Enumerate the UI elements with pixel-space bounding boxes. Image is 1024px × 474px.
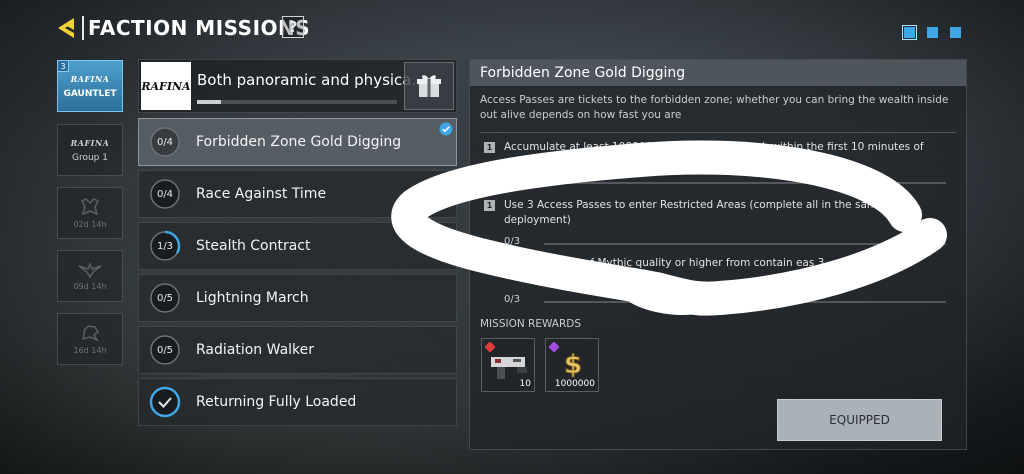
- task-text: Accumulate at least 100000 Cash in the b…: [504, 141, 924, 168]
- detail-title: Forbidden Zone Gold Digging: [470, 60, 966, 86]
- featured-mission[interactable]: RAFINA Both panoramic and physica...: [138, 59, 457, 113]
- cash-reward-icon: $: [563, 350, 582, 381]
- faction-tab-group-1[interactable]: RAFINA Group 1: [57, 124, 123, 176]
- reward-item-weapon[interactable]: 10: [481, 338, 535, 392]
- task-progress-bar: [544, 243, 946, 245]
- gift-button[interactable]: [404, 62, 454, 110]
- winged-emblem-icon: [78, 261, 102, 279]
- tracked-check-icon: [439, 174, 453, 188]
- help-button[interactable]: ?: [282, 16, 304, 38]
- rafina-logo: RAFINA: [141, 62, 191, 110]
- progress-ring: 0/5: [149, 282, 181, 314]
- tracked-check-icon: [439, 122, 453, 136]
- task-number: 1: [484, 142, 495, 153]
- mission-item[interactable]: 0/5 Radiation Walker: [138, 326, 457, 374]
- page-indicator: [902, 25, 961, 40]
- mission-name: Forbidden Zone Gold Digging: [196, 134, 402, 150]
- featured-progress-fill: [197, 100, 221, 104]
- task-text: of Mythic quality or higher from contain…: [584, 257, 825, 269]
- task-text: Use 3 Access Passes to enter Restricted …: [504, 199, 884, 226]
- mission-item[interactable]: 0/4 Race Against Time: [138, 170, 457, 218]
- rafina-logo: RAFINA: [70, 137, 110, 148]
- tab-count-badge: 3: [58, 61, 69, 72]
- mission-progress: 0/5: [156, 344, 174, 356]
- faction-tab-locked-2[interactable]: 09d 14h: [57, 250, 123, 302]
- progress-ring: [149, 386, 181, 418]
- featured-progress-bar: [197, 100, 397, 104]
- mission-progress: 0/4: [156, 136, 174, 148]
- mission-name: Stealth Contract: [196, 238, 311, 254]
- tab-label: Group 1: [72, 152, 108, 163]
- equipped-button[interactable]: EQUIPPED: [777, 399, 942, 441]
- page-dot-3[interactable]: [950, 27, 961, 38]
- rafina-logo: RAFINA: [70, 73, 110, 84]
- mission-name: Race Against Time: [196, 186, 327, 202]
- mission-name: Radiation Walker: [196, 342, 315, 358]
- task-item: 1 Accumulate at least 100000 Cash in the…: [484, 140, 954, 184]
- task-progress-bar: [504, 182, 946, 184]
- mission-progress: 0/4: [156, 188, 174, 200]
- back-arrow-icon[interactable]: [56, 15, 78, 41]
- divider: [480, 132, 956, 133]
- mission-list[interactable]: 0/4 Forbidden Zone Gold Digging 0/4 Race Ag…: [138, 118, 457, 452]
- mission-name: Returning Fully Loaded: [196, 394, 357, 410]
- logo-text: RAFINA: [141, 79, 191, 93]
- mission-progress: [149, 386, 181, 418]
- task-item: 1 Use 3 Access Passes to enter Restricte…: [484, 198, 954, 248]
- mission-item[interactable]: 0/5 Lightning March: [138, 274, 457, 322]
- page-title: FACTION MISSIONS: [88, 16, 311, 40]
- task-item: of Mythic quality or higher from contain…: [484, 256, 954, 306]
- reward-quantity: 1000000: [554, 379, 595, 389]
- faction-emblem-icon: [80, 198, 100, 216]
- progress-ring: 1/3: [149, 230, 181, 262]
- task-progress-text: 0/3: [504, 236, 521, 247]
- mission-progress: 1/3: [156, 240, 174, 252]
- mission-description: Access Passes are tickets to the forbidd…: [480, 94, 949, 121]
- task-progress-bar: [544, 301, 946, 303]
- reward-quantity: 10: [519, 379, 531, 389]
- task-number: 1: [484, 200, 495, 211]
- page-header: FACTION MISSIONS: [56, 12, 310, 44]
- progress-ring: 0/4: [149, 178, 181, 210]
- header-divider: [82, 16, 84, 40]
- featured-title: Both panoramic and physica...: [197, 71, 426, 89]
- tab-label: GAUNTLET: [63, 88, 117, 99]
- unlock-timer: 16d 14h: [73, 346, 107, 355]
- faction-tab-locked-1[interactable]: 02d 14h: [57, 187, 123, 239]
- reward-item-cash[interactable]: $ 1000000: [545, 338, 599, 392]
- progress-ring: 0/4: [149, 126, 181, 158]
- mission-item[interactable]: 1/3 Stealth Contract: [138, 222, 457, 270]
- beast-emblem-icon: [82, 325, 99, 342]
- page-dot-1[interactable]: [902, 25, 917, 40]
- task-progress-text: 0/3: [504, 294, 521, 305]
- mission-name: Lightning March: [196, 290, 309, 306]
- gift-icon: [417, 75, 441, 97]
- unlock-timer: 09d 14h: [73, 282, 107, 291]
- progress-ring: 0/5: [149, 334, 181, 366]
- unlock-timer: 02d 14h: [73, 220, 107, 229]
- page-dot-2[interactable]: [927, 27, 938, 38]
- mission-item[interactable]: Returning Fully Loaded: [138, 378, 457, 426]
- faction-tab-gauntlet[interactable]: 3 RAFINA GAUNTLET: [57, 60, 123, 112]
- rewards-heading: MISSION REWARDS: [480, 318, 582, 330]
- mission-detail-panel: Forbidden Zone Gold Digging Access Passe…: [469, 59, 967, 450]
- mission-progress: 0/5: [156, 292, 174, 304]
- svg-text:$: $: [564, 350, 582, 380]
- faction-tab-locked-3[interactable]: 16d 14h: [57, 313, 123, 365]
- mission-item[interactable]: 0/4 Forbidden Zone Gold Digging: [138, 118, 457, 166]
